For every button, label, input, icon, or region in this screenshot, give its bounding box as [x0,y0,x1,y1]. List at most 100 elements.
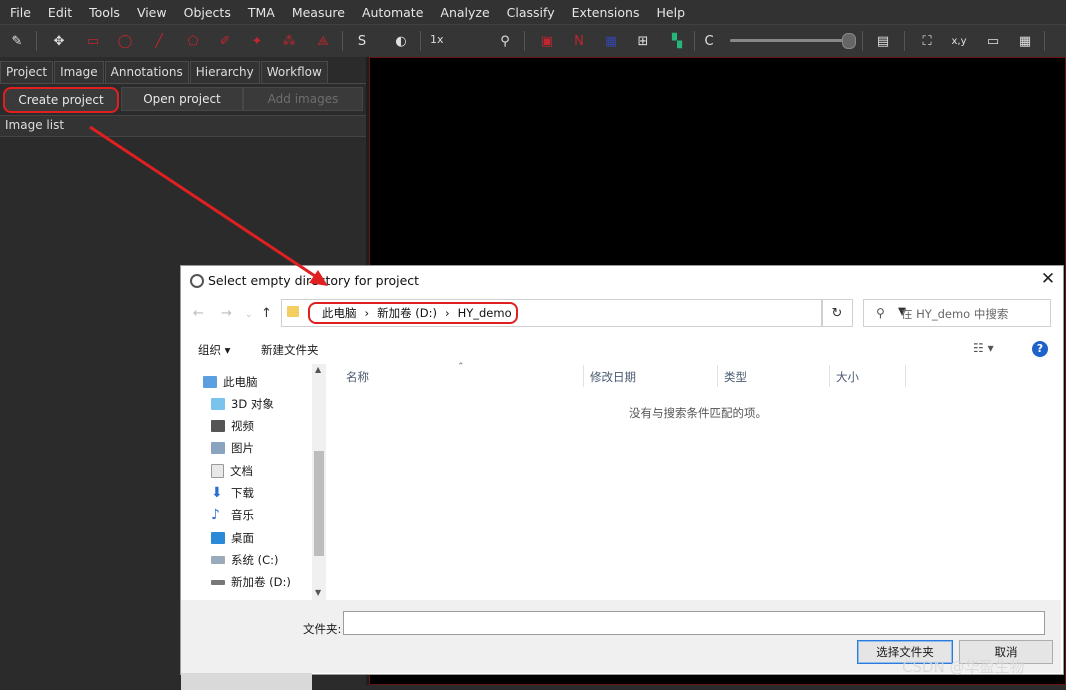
menu-classify[interactable]: Classify [497,5,562,20]
polygon-tool-icon[interactable]: ⬠ [182,30,204,52]
empty-message: 没有与搜索条件匹配的项。 [629,406,767,420]
close-icon[interactable]: ✕ [1039,269,1057,289]
column-size[interactable]: 大小 [836,369,859,385]
menu-measure[interactable]: Measure [282,5,352,20]
tree-item-pictures[interactable]: 图片 [211,440,254,456]
menu-view[interactable]: View [127,5,174,20]
recent-dropdown-icon[interactable]: ⌄ [245,310,253,320]
view-options-icon[interactable]: ☷ ▾ [973,341,994,355]
help-icon[interactable]: ? [1032,341,1048,357]
detections-icon[interactable]: ▚ [666,30,688,52]
selection-mode-button[interactable]: S [351,30,373,52]
tab-hierarchy[interactable]: Hierarchy [189,61,260,84]
app-icon [190,274,204,288]
ellipse-tool-icon[interactable]: ◯ [114,30,136,52]
breadcrumb-hy-demo[interactable]: HY_demo [458,306,512,320]
search-input[interactable]: ⚲ 在 HY_demo 中搜索 [863,299,1051,327]
scroll-up-icon[interactable]: ▲ [315,365,321,374]
refresh-icon[interactable]: ↻ [821,299,853,327]
menu-objects[interactable]: Objects [174,5,238,20]
tab-workflow[interactable]: Workflow [260,61,328,84]
add-images-button[interactable]: Add images [243,87,363,111]
column-type[interactable]: 类型 [724,369,747,385]
tree-item-drive-c[interactable]: 系统 (C:) [211,552,279,568]
breadcrumb-drive-d[interactable]: 新加卷 (D:) [377,305,437,321]
chevron-right-icon[interactable]: › [445,306,450,320]
tree-label: 此电脑 [223,375,258,389]
opacity-slider-track[interactable] [730,39,848,42]
rectangle-tool-icon[interactable]: ▭ [82,30,104,52]
brush-tool-icon[interactable]: ✐ [214,30,236,52]
scrollbar-thumb[interactable] [314,451,324,556]
zoom-icon[interactable]: ⚲ [494,30,516,52]
new-folder-button[interactable]: 新建文件夹 [261,342,319,358]
folder-label: 文件夹: [303,622,342,636]
measure-tool-icon[interactable]: ✎ [6,30,28,52]
tree-item-documents[interactable]: 文档 [211,463,253,479]
tree-item-videos[interactable]: 视频 [211,418,254,434]
tma-grid-icon[interactable]: ⊞ [632,30,654,52]
column-separator[interactable] [905,365,906,387]
menu-analyze[interactable]: Analyze [430,5,496,20]
move-tool-icon[interactable]: ✥ [48,30,70,52]
grid-icon[interactable]: ▦ [1014,30,1036,52]
up-icon[interactable]: ↑ [261,306,272,321]
points-tool-icon[interactable]: ⁂ [278,30,300,52]
menu-tools[interactable]: Tools [79,5,127,20]
overview-icon[interactable]: ⛶ [916,30,938,52]
menu-tma[interactable]: TMA [238,5,282,20]
select-directory-dialog: Select empty directory for project ✕ ← →… [180,265,1064,690]
address-bar[interactable]: 此电脑 › 新加卷 (D:) › HY_demo ▼ [281,299,906,327]
organize-button[interactable]: 组织 ▾ [198,342,230,358]
tree-label: 新加卷 (D:) [231,575,291,589]
zoom-level[interactable]: 1x [430,33,444,46]
column-date-modified[interactable]: 修改日期 [590,369,636,385]
opacity-slider-thumb[interactable] [842,33,856,49]
folder-icon [287,306,299,317]
toolbar-separator [862,31,863,51]
menu-automate[interactable]: Automate [352,5,430,20]
tree-label: 文档 [230,464,253,478]
tree-label: 桌面 [231,531,254,545]
table-icon[interactable]: ▤ [872,30,894,52]
column-separator[interactable] [829,365,830,387]
open-project-button[interactable]: Open project [121,87,243,111]
fill-annotations-icon[interactable]: ▦ [600,30,622,52]
menu-edit[interactable]: Edit [38,5,79,20]
show-annotations-icon[interactable]: ▣ [536,30,558,52]
contrast-icon[interactable]: ◐ [390,30,412,52]
show-names-icon[interactable]: N [568,30,590,52]
back-icon[interactable]: ← [193,306,204,321]
opacity-button[interactable]: C [698,30,720,52]
column-name[interactable]: 名称 [346,369,369,385]
tree-item-3d-objects[interactable]: 3D 对象 [211,396,274,412]
scroll-down-icon[interactable]: ▼ [315,588,321,597]
folder-input[interactable] [343,611,1045,635]
menu-file[interactable]: File [0,5,38,20]
picture-icon [211,442,225,454]
forward-icon[interactable]: → [221,306,232,321]
line-tool-icon[interactable]: ╱ [148,30,170,52]
menu-extensions[interactable]: Extensions [562,5,647,20]
menu-bar: File Edit Tools View Objects TMA Measure… [0,0,1066,24]
tab-annotations[interactable]: Annotations [104,61,189,84]
search-placeholder: 在 HY_demo 中搜索 [901,307,1009,321]
column-separator[interactable] [717,365,718,387]
breadcrumb-this-pc[interactable]: 此电脑 [322,305,357,321]
tree-item-desktop[interactable]: 桌面 [211,530,254,546]
tree-item-drive-d[interactable]: 新加卷 (D:) [211,574,291,590]
scalebar-icon[interactable]: ▭ [982,30,1004,52]
tree-item-music[interactable]: ♪ 音乐 [211,507,254,523]
wand-tool-icon[interactable]: ✦ [246,30,268,52]
polyline-tool-icon[interactable]: ⟁ [312,30,334,52]
chevron-right-icon[interactable]: › [365,306,370,320]
create-project-button[interactable]: Create project [3,87,119,113]
column-separator[interactable] [583,365,584,387]
tree-item-downloads[interactable]: ⬇ 下载 [211,485,254,501]
file-list[interactable]: ⌃ 名称 修改日期 类型 大小 没有与搜索条件匹配的项。 [327,362,1063,600]
menu-help[interactable]: Help [647,5,693,20]
coordinates-button[interactable]: x,y [948,30,970,52]
tab-project[interactable]: Project [0,61,54,84]
tab-image[interactable]: Image [54,61,104,84]
tree-item-this-pc[interactable]: 此电脑 [203,374,258,390]
